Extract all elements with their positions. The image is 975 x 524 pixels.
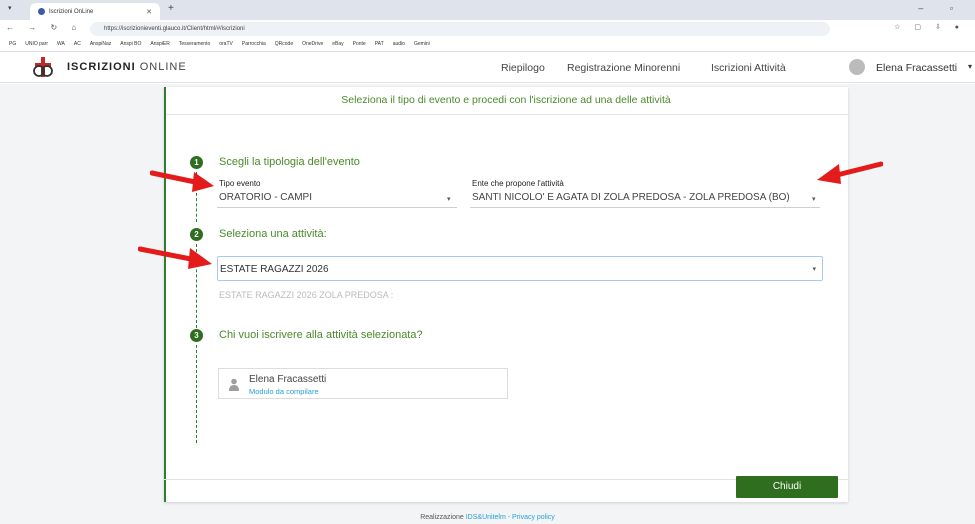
bookmark-item[interactable]: AC (74, 38, 81, 51)
chevron-down-icon[interactable]: ▾ (812, 195, 816, 203)
credits-prefix: Realizzazione (420, 514, 464, 521)
logo-icon (33, 57, 53, 77)
attivita-value: ESTATE RAGAZZI 2026 (220, 264, 329, 275)
annotation-arrow-icon (817, 161, 883, 184)
bookmark-item[interactable]: audio (393, 38, 405, 51)
bookmark-item[interactable]: Gemini (414, 38, 430, 51)
toolbar-icons[interactable]: ☆ ▢ ⇩ ● (894, 23, 965, 31)
bookmark-item[interactable]: Ponte (353, 38, 366, 51)
step-1-title: Scegli la tipologia dell'evento (219, 156, 360, 168)
nav-registrazione-minorenni[interactable]: Registrazione Minorenni (567, 62, 680, 74)
attivita-hint: ESTATE RAGAZZI 2026 ZOLA PREDOSA : (219, 290, 394, 300)
tipo-evento-underline (217, 207, 457, 208)
tab-list-icon[interactable]: ▾ (8, 4, 12, 12)
brand-title: ISCRIZIONI ONLINE (67, 61, 187, 73)
window-controls[interactable]: – ▫ (918, 3, 965, 13)
divider (164, 114, 848, 115)
bookmark-item[interactable]: Anspi BO (120, 38, 141, 51)
step-3-badge: 3 (190, 329, 203, 342)
card-accent-bar (164, 87, 166, 502)
brand-bold: ISCRIZIONI (67, 61, 136, 73)
url-field[interactable]: https://iscrizionieventi.glauco.it/Clien… (90, 22, 830, 36)
chevron-down-icon[interactable]: ▾ (447, 195, 451, 203)
ente-underline (470, 207, 820, 208)
bookmark-item[interactable]: oraTV (219, 38, 233, 51)
tipo-evento-select[interactable]: ORATORIO - CAMPI (219, 192, 312, 203)
user-menu-caret-icon[interactable]: ▾ (968, 62, 972, 71)
avatar[interactable] (849, 59, 865, 75)
step-2-title: Seleziona una attività: (219, 228, 327, 240)
brand-rest: ONLINE (139, 61, 187, 73)
bookmark-item[interactable]: WA (57, 38, 65, 51)
bookmark-item[interactable]: Parrocchia (242, 38, 266, 51)
nav-iscrizioni-attivita[interactable]: Iscrizioni Attività (711, 62, 786, 74)
chevron-down-icon[interactable]: ▾ (812, 265, 816, 273)
nav-riepilogo[interactable]: Riepilogo (501, 62, 545, 74)
bookmark-item[interactable]: QRcode (275, 38, 293, 51)
annotation-arrow-icon (138, 246, 212, 269)
browser-tab[interactable]: Iscrizioni OnLine ✕ (30, 3, 160, 20)
tab-title: Iscrizioni OnLine (49, 8, 94, 15)
bookmarks-bar: PG UNIO parr WA AC AnspiNaz Anspi BO AnspiER Te… (0, 38, 975, 52)
ente-label: Ente che propone l'attività (472, 179, 564, 188)
person-name: Elena Fracassetti (249, 374, 327, 385)
close-button[interactable]: Chiudi (736, 476, 838, 498)
person-status[interactable]: Modulo da compilare (249, 387, 319, 396)
bookmark-item[interactable]: AnspiER (150, 38, 169, 51)
step-3-title: Chi vuoi iscrivere alla attività selezio… (219, 329, 423, 341)
favicon-icon (38, 8, 45, 15)
close-tab-icon[interactable]: ✕ (146, 8, 152, 16)
bookmark-item[interactable]: OneDrive (302, 38, 323, 51)
user-name[interactable]: Elena Fracassetti (876, 62, 957, 74)
step-2-badge: 2 (190, 228, 203, 241)
bookmark-item[interactable]: AnspiNaz (90, 38, 111, 51)
bookmark-item[interactable]: PG (9, 38, 16, 51)
address-bar-row: ← → ↻ ⌂ https://iscrizionieventi.glauco.… (0, 20, 975, 38)
user-icon (229, 378, 239, 391)
bookmark-item[interactable]: UNIO parr (25, 38, 48, 51)
attivita-select[interactable]: ESTATE RAGAZZI 2026 ▾ (217, 256, 823, 281)
ente-select[interactable]: SANTI NICOLO' E AGATA DI ZOLA PREDOSA - … (472, 192, 790, 203)
browser-tabbar: ▾ Iscrizioni OnLine ✕ + – ▫ (0, 0, 975, 20)
person-card[interactable]: Elena Fracassetti Modulo da compilare (218, 368, 508, 399)
nav-buttons[interactable]: ← → ↻ ⌂ (6, 23, 82, 32)
step-connector (196, 345, 197, 443)
credits-link[interactable]: IDS&Unitelm - Privacy policy (466, 514, 555, 521)
page-title: Seleziona il tipo di evento e procedi co… (341, 94, 671, 106)
new-tab-icon[interactable]: + (168, 3, 174, 14)
bookmark-item[interactable]: Tesseramento (179, 38, 210, 51)
tipo-evento-label: Tipo evento (219, 179, 261, 188)
annotation-arrow-icon (150, 170, 214, 192)
bookmark-item[interactable]: eBay (332, 38, 343, 51)
bookmark-item[interactable]: PAT (375, 38, 384, 51)
credits: Realizzazione IDS&Unitelm - Privacy poli… (0, 514, 975, 521)
app-header: ISCRIZIONI ONLINE Riepilogo Registrazion… (0, 52, 975, 83)
